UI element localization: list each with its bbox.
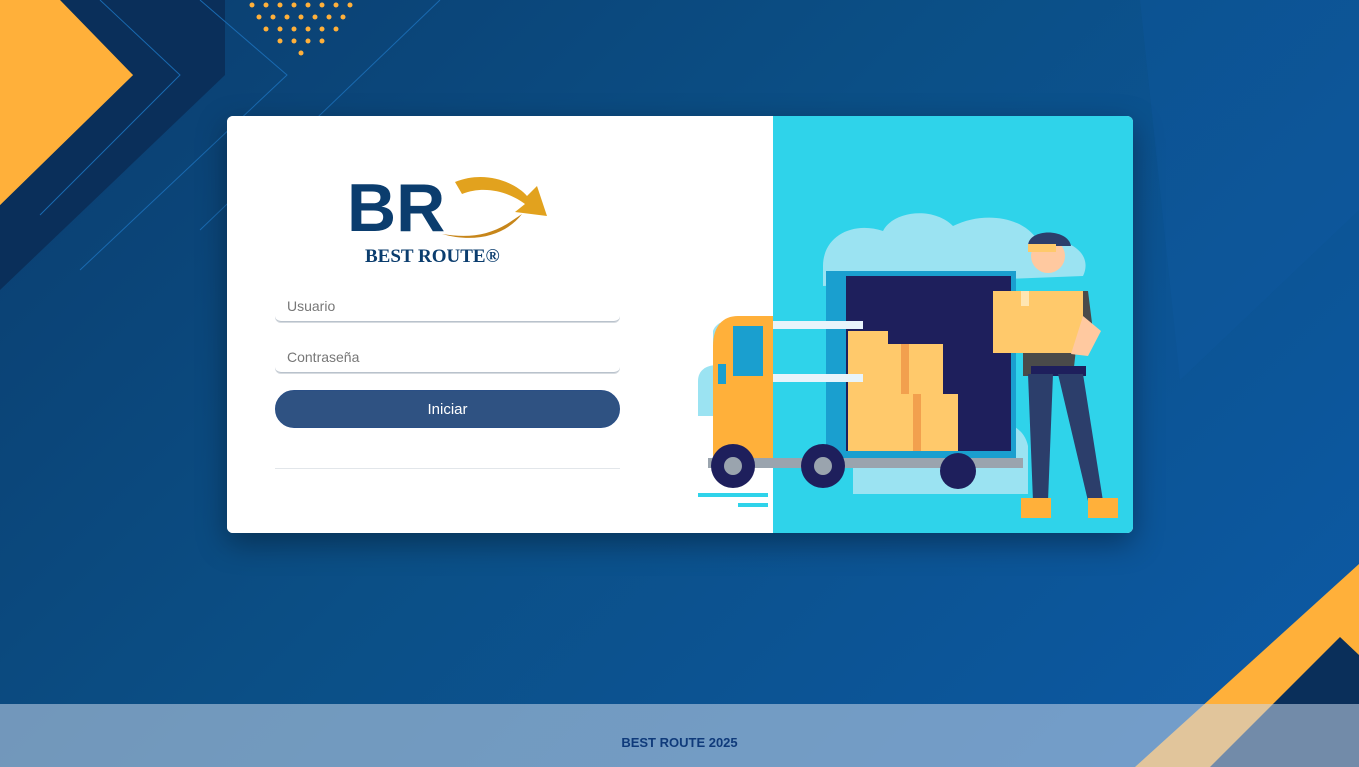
illustration-panel <box>698 116 1133 533</box>
divider <box>275 468 620 469</box>
logo-text: BEST ROUTE® <box>365 246 500 267</box>
delivery-truck-illustration <box>698 213 1118 518</box>
best-route-logo: BR BEST ROUTE® <box>347 170 547 267</box>
dot-pattern <box>249 2 353 56</box>
footer-text: BEST ROUTE 2025 <box>621 735 738 750</box>
logo-letters: BR <box>347 170 445 246</box>
login-panel: BR BEST ROUTE® Iniciar <box>227 116 773 533</box>
password-input[interactable] <box>275 341 620 373</box>
login-card: BR BEST ROUTE® Iniciar <box>227 116 1133 533</box>
username-input[interactable] <box>275 290 620 322</box>
footer: BEST ROUTE 2025 <box>0 704 1359 767</box>
login-button[interactable]: Iniciar <box>275 390 620 428</box>
